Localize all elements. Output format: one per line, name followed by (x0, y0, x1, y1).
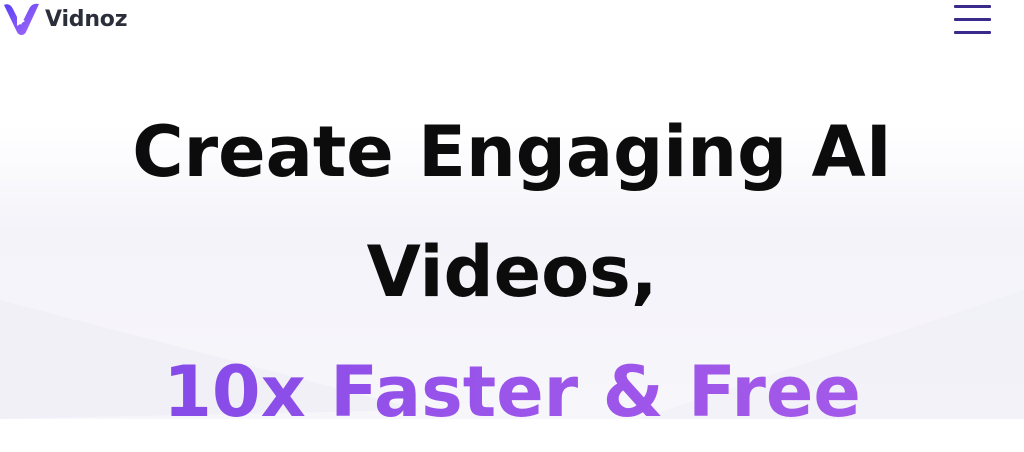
brand-logo[interactable]: Vidnoz (2, 1, 128, 37)
hero-heading-line-2: Videos, (366, 231, 658, 313)
hamburger-icon (953, 4, 991, 34)
vidnoz-logo-icon (4, 3, 39, 35)
brand-name: Vidnoz (45, 6, 128, 32)
site-header: Vidnoz (0, 0, 1024, 40)
hero-section: Create Engaging AI Videos, 10x Faster & … (0, 92, 1024, 452)
hero-heading-line-1: Create Engaging AI (132, 111, 892, 193)
hamburger-menu-button[interactable] (948, 2, 996, 36)
hero-heading-accent: 10x Faster & Free (0, 332, 1024, 452)
